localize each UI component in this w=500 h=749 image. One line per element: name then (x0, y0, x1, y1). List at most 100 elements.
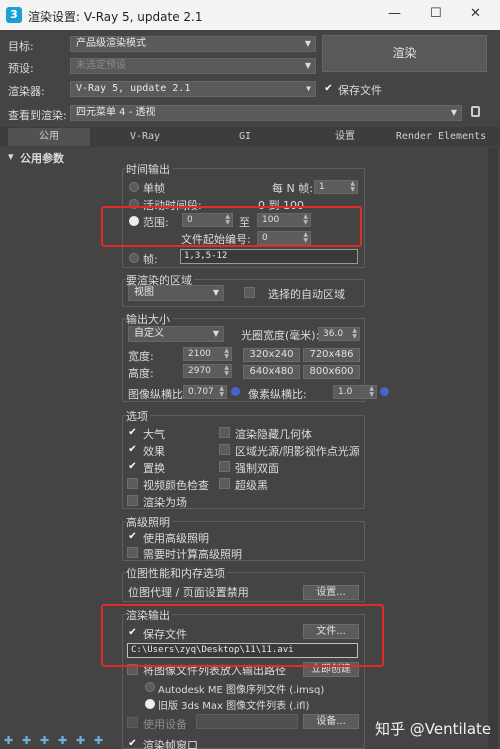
tab-vray[interactable]: V-Ray (100, 128, 190, 146)
tab-common[interactable]: 公用 (8, 128, 90, 146)
save-file-checkbox[interactable]: ✔ (323, 83, 334, 94)
option-label: 渲染隐藏几何体 (235, 428, 312, 441)
area-value: 视图 (134, 287, 154, 298)
aperture-label: 光圈宽度(毫米): (241, 329, 320, 342)
target-dropdown[interactable]: 产品级渲染模式 ▼ (70, 36, 316, 52)
preset-720x486-button[interactable]: 720x486 (303, 348, 360, 362)
frames-radio[interactable] (129, 253, 139, 263)
toolbar-icon-6[interactable]: ✚ (94, 734, 103, 747)
pixel-aspect-spinner[interactable]: 1.0 ▲ ▼ (333, 385, 377, 399)
width-value: 2100 (188, 349, 211, 359)
height-spinner[interactable]: 2970 ▲ ▼ (183, 364, 232, 378)
width-label: 宽度: (128, 350, 154, 363)
toolbar-icon-3[interactable]: ✚ (40, 734, 49, 747)
renderer-value: V-Ray 5, update 2.1 (76, 83, 191, 94)
width-spinner[interactable]: 2100 ▲ ▼ (183, 347, 232, 361)
height-value: 2970 (188, 366, 211, 376)
option-label: 超级黑 (235, 479, 268, 492)
output-size-title: 输出大小 (126, 311, 172, 327)
frame-window-checkbox[interactable]: ✔ (127, 738, 138, 749)
height-label: 高度: (128, 367, 154, 380)
autodesk-seq-label: Autodesk ME 图像序列文件 (.imsq) (158, 685, 325, 696)
option-checkbox[interactable]: ✔ (127, 444, 138, 455)
scrollbar[interactable] (488, 148, 498, 749)
chevron-down-icon: ▼ (304, 39, 311, 48)
pixel-aspect-value: 1.0 (338, 387, 353, 397)
spinner-arrows-icon: ▲ ▼ (369, 385, 374, 398)
device-field[interactable] (196, 714, 298, 729)
auto-region-label: 选择的自动区域 (268, 288, 345, 301)
chevron-down-icon: ▼ (212, 288, 219, 297)
bitmap-proxy-label: 位图代理 / 页面设置禁用 (128, 586, 249, 599)
pixel-aspect-label: 像素纵横比: (248, 388, 307, 401)
use-advanced-lighting-checkbox[interactable]: ✔ (127, 531, 138, 542)
toolbar-icon-2[interactable]: ✚ (22, 734, 31, 747)
toolbar-icon-4[interactable]: ✚ (58, 734, 67, 747)
frames-label: 帧: (143, 253, 158, 266)
every-n-value: 1 (319, 182, 325, 192)
legacy-seq-radio[interactable] (145, 699, 155, 709)
use-device-checkbox[interactable] (127, 717, 138, 728)
view-dropdown[interactable]: 四元菜单 4 - 透视 ▼ (70, 105, 462, 121)
close-button[interactable]: ✕ (470, 6, 481, 21)
rollout-title[interactable]: 公用参数 (20, 150, 64, 166)
minimize-button[interactable]: — (388, 6, 401, 21)
use-device-label: 使用设备 (143, 718, 187, 731)
view-label: 查看到渲染: (8, 109, 67, 122)
compute-lighting-checkbox[interactable] (127, 547, 138, 558)
output-size-dropdown[interactable]: 自定义 ▼ (128, 326, 224, 342)
aperture-spinner[interactable]: 36.0 ▲ ▼ (318, 327, 360, 341)
auto-region-checkbox[interactable] (244, 287, 255, 298)
autodesk-seq-radio[interactable] (145, 682, 155, 692)
preset-dropdown[interactable]: 未选定预设 ▼ (70, 58, 316, 74)
every-n-spinner[interactable]: 1 ▲ ▼ (314, 180, 358, 194)
spinner-arrows-icon: ▲ ▼ (219, 385, 224, 398)
option-checkbox[interactable] (127, 478, 138, 489)
window-title: 渲染设置: V-Ray 5, update 2.1 (28, 10, 203, 24)
bitmap-title: 位图性能和内存选项 (126, 565, 227, 581)
advanced-lighting-title: 高级照明 (126, 514, 172, 530)
image-aspect-lock-icon[interactable] (231, 387, 240, 396)
render-button[interactable]: 渲染 (322, 35, 487, 72)
option-checkbox[interactable] (219, 444, 230, 455)
toolbar-icon-1[interactable]: ✚ (4, 734, 13, 747)
rollout-collapse-icon[interactable]: ▾ (8, 150, 14, 163)
option-checkbox[interactable] (219, 478, 230, 489)
tab-gi[interactable]: GI (200, 128, 290, 146)
image-aspect-value: 0.707 (188, 387, 214, 397)
preset-640x480-button[interactable]: 640x480 (243, 365, 300, 379)
chevron-down-icon: ▼ (212, 329, 219, 338)
frames-input[interactable]: 1,3,5-12 (180, 249, 358, 264)
single-frame-radio[interactable] (129, 182, 139, 192)
maximize-button[interactable]: ☐ (430, 6, 442, 21)
preset-800x600-button[interactable]: 800x600 (303, 365, 360, 379)
option-checkbox[interactable] (219, 427, 230, 438)
spinner-arrows-icon: ▲ ▼ (224, 364, 229, 377)
option-label: 强制双面 (235, 462, 279, 475)
lock-icon[interactable] (471, 106, 480, 117)
area-dropdown[interactable]: 视图 ▼ (128, 285, 224, 301)
toolbar-icon-5[interactable]: ✚ (76, 734, 85, 747)
spinner-arrows-icon: ▲ ▼ (224, 347, 229, 360)
option-checkbox[interactable]: ✔ (127, 427, 138, 438)
preset-320x240-button[interactable]: 320x240 (243, 348, 300, 362)
option-checkbox[interactable] (127, 495, 138, 506)
pixel-aspect-lock-icon[interactable] (380, 387, 389, 396)
image-aspect-spinner[interactable]: 0.707 ▲ ▼ (183, 385, 227, 399)
legacy-seq-label: 旧版 3ds Max 图像文件列表 (.ifl) (158, 701, 310, 712)
option-label: 渲染为场 (143, 496, 187, 509)
app-icon: 3 (6, 7, 22, 23)
bitmap-setup-button[interactable]: 设置... (303, 585, 359, 600)
option-checkbox[interactable]: ✔ (127, 461, 138, 472)
target-label: 目标: (8, 40, 34, 53)
renderer-dropdown[interactable]: V-Ray 5, update 2.1 ▼ (70, 81, 316, 97)
options-title: 选项 (126, 408, 150, 424)
option-checkbox[interactable] (219, 461, 230, 472)
single-frame-label: 单帧 (143, 182, 165, 195)
watermark-text: 知乎 @Ventilate (375, 720, 492, 738)
preset-label: 预设: (8, 62, 34, 75)
tab-settings[interactable]: 设置 (300, 128, 390, 146)
frame-window-label: 渲染帧窗口 (143, 739, 198, 749)
tab-render-elements[interactable]: Render Elements (394, 128, 488, 146)
device-button[interactable]: 设备... (303, 714, 359, 729)
